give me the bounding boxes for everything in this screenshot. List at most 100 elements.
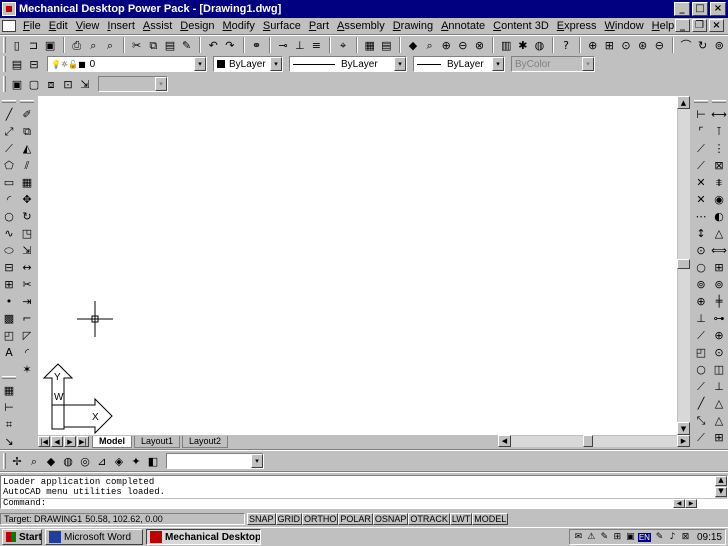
- status-grid-button[interactable]: GRID: [275, 512, 303, 525]
- view-icon-2[interactable]: ◆: [43, 453, 59, 469]
- snap-icon[interactable]: ✢: [9, 453, 25, 469]
- material-icon[interactable]: ◈: [111, 453, 127, 469]
- dim-horizontal-icon[interactable]: ⟷: [711, 106, 727, 122]
- arc-icon[interactable]: ◜: [1, 191, 17, 207]
- explode-icon[interactable]: ✶: [19, 361, 35, 377]
- menu-drawing[interactable]: Drawing: [389, 20, 437, 32]
- minimize-button[interactable]: _: [674, 2, 690, 16]
- properties-icon[interactable]: ▤: [379, 37, 395, 53]
- scroll-right-button[interactable]: ▶: [677, 435, 690, 447]
- cone-icon[interactable]: ⤡: [693, 412, 709, 428]
- toolbar-grip[interactable]: [3, 37, 6, 53]
- save-icon[interactable]: ▣: [42, 37, 58, 53]
- color-icon[interactable]: ◍: [532, 37, 548, 53]
- tray-icon[interactable]: ⊞: [612, 532, 623, 543]
- match-properties-icon[interactable]: ✎: [179, 37, 195, 53]
- print-icon[interactable]: ⎙: [69, 37, 85, 53]
- erase-icon[interactable]: ✐: [19, 106, 35, 122]
- menu-view[interactable]: View: [72, 20, 104, 32]
- dim-multi-icon[interactable]: ⊞: [711, 429, 727, 445]
- find-icon[interactable]: ⌕: [102, 37, 118, 53]
- extend-icon[interactable]: ⇥: [19, 293, 35, 309]
- dim-triangle-icon[interactable]: △: [711, 225, 727, 241]
- taskbar-button[interactable]: Microsoft Word: [45, 529, 143, 545]
- cylinder-icon[interactable]: ⟋: [693, 429, 709, 445]
- pan-icon[interactable]: ⌒: [678, 37, 694, 53]
- tray-icon[interactable]: ✎: [654, 532, 665, 543]
- color-dropdown[interactable]: ByLayer ▾: [213, 56, 283, 72]
- menu-edit[interactable]: Edit: [45, 20, 72, 32]
- dim-break-icon[interactable]: ╪: [711, 293, 727, 309]
- language-indicator[interactable]: EN: [637, 532, 651, 542]
- dim-vertical-icon[interactable]: ⊺: [711, 123, 727, 139]
- command-scrollbar[interactable]: ▲ ▼: [715, 476, 727, 498]
- scroll-thumb[interactable]: [677, 259, 690, 269]
- polygon-icon[interactable]: ⬠: [1, 157, 17, 173]
- menu-surface[interactable]: Surface: [259, 20, 305, 32]
- toolbar-grip[interactable]: [2, 100, 16, 103]
- distance-icon[interactable]: ⌖: [335, 37, 351, 53]
- circle-icon[interactable]: ○: [1, 208, 17, 224]
- layer-manager-icon[interactable]: ▤: [9, 56, 25, 72]
- cut-icon[interactable]: ✂: [129, 37, 145, 53]
- paste-icon[interactable]: ▤: [162, 37, 178, 53]
- tray-icon[interactable]: ✎: [599, 532, 610, 543]
- table-icon[interactable]: ▦: [1, 382, 17, 398]
- dim-circle-icon[interactable]: ◉: [711, 191, 727, 207]
- tray-icon[interactable]: ⊠: [680, 532, 691, 543]
- dim-sym-icon[interactable]: ⊶: [711, 310, 727, 326]
- dim-slot-icon[interactable]: ◫: [711, 361, 727, 377]
- zoom-realtime-icon[interactable]: ⌕: [422, 37, 438, 53]
- undo-icon[interactable]: ↶: [205, 37, 221, 53]
- dropdown-arrow-icon[interactable]: ▾: [270, 57, 282, 71]
- multiline-text-icon[interactable]: A: [1, 344, 17, 360]
- dropdown-arrow-icon[interactable]: ▾: [394, 57, 406, 71]
- leader-icon[interactable]: ↘: [1, 433, 17, 449]
- viewport-icon[interactable]: ▣: [9, 76, 25, 92]
- tab-model[interactable]: Model: [92, 435, 132, 448]
- scale-icon[interactable]: ◳: [19, 225, 35, 241]
- dim-axis-icon[interactable]: ⊕: [711, 327, 727, 343]
- dim-chain-icon[interactable]: ⋮: [711, 140, 727, 156]
- scroll-up-button[interactable]: ▲: [677, 96, 690, 109]
- zoom-window-icon[interactable]: ⊕: [438, 37, 454, 53]
- grid-icon[interactable]: ⌗: [1, 416, 17, 432]
- toolbar-grip[interactable]: [711, 100, 726, 103]
- center-mark-icon[interactable]: ⊕: [693, 293, 709, 309]
- tray-icon[interactable]: ▣: [625, 532, 636, 543]
- shade-icon[interactable]: ⊿: [94, 453, 110, 469]
- open-icon[interactable]: ⊐: [26, 37, 42, 53]
- dim-style-icon[interactable]: ○: [693, 361, 709, 377]
- dim-line-icon[interactable]: ⊥: [711, 378, 727, 394]
- new-icon[interactable]: ▯: [9, 37, 25, 53]
- tray-icon[interactable]: ♪: [667, 532, 678, 543]
- zoom-out-icon[interactable]: ⊖: [651, 37, 667, 53]
- command-scroll-down[interactable]: ▼: [715, 487, 727, 497]
- offset-icon[interactable]: ⫽: [19, 157, 35, 173]
- region-icon[interactable]: ◰: [1, 327, 17, 343]
- dim-width-icon[interactable]: ⟺: [711, 242, 727, 258]
- menu-assembly[interactable]: Assembly: [333, 20, 389, 32]
- make-layer-current-icon[interactable]: ⊟: [26, 56, 42, 72]
- insert-block-icon[interactable]: ⊟: [1, 259, 17, 275]
- construction-line-icon[interactable]: ⤢: [1, 123, 17, 139]
- dropdown-arrow-icon[interactable]: ▾: [251, 454, 263, 468]
- tab-layout2[interactable]: Layout2: [182, 435, 229, 448]
- doc-restore-button[interactable]: ❐: [692, 19, 707, 32]
- dropdown-arrow-icon[interactable]: ▾: [492, 57, 504, 71]
- copy-icon[interactable]: ⧉: [145, 37, 161, 53]
- dim-quick-icon[interactable]: ⋯: [693, 208, 709, 224]
- dim-rotate-icon[interactable]: ◐: [711, 208, 727, 224]
- rotate-view-icon[interactable]: ↻: [695, 37, 711, 53]
- dim-linear-icon[interactable]: ⊢: [693, 106, 709, 122]
- fillet-icon[interactable]: ◜: [19, 344, 35, 360]
- menu-express[interactable]: Express: [553, 20, 601, 32]
- scale-viewport-icon[interactable]: ⇲: [77, 76, 93, 92]
- toolbar-grip[interactable]: [3, 56, 6, 72]
- dim-arrow-icon[interactable]: △: [711, 412, 727, 428]
- tab-nav-button[interactable]: ▶: [64, 436, 76, 447]
- zoom-in-icon[interactable]: ⊕: [585, 37, 601, 53]
- render-icon[interactable]: ◍: [60, 453, 76, 469]
- hide-icon[interactable]: ◎: [77, 453, 93, 469]
- dim-radius-icon[interactable]: ⟋: [693, 157, 709, 173]
